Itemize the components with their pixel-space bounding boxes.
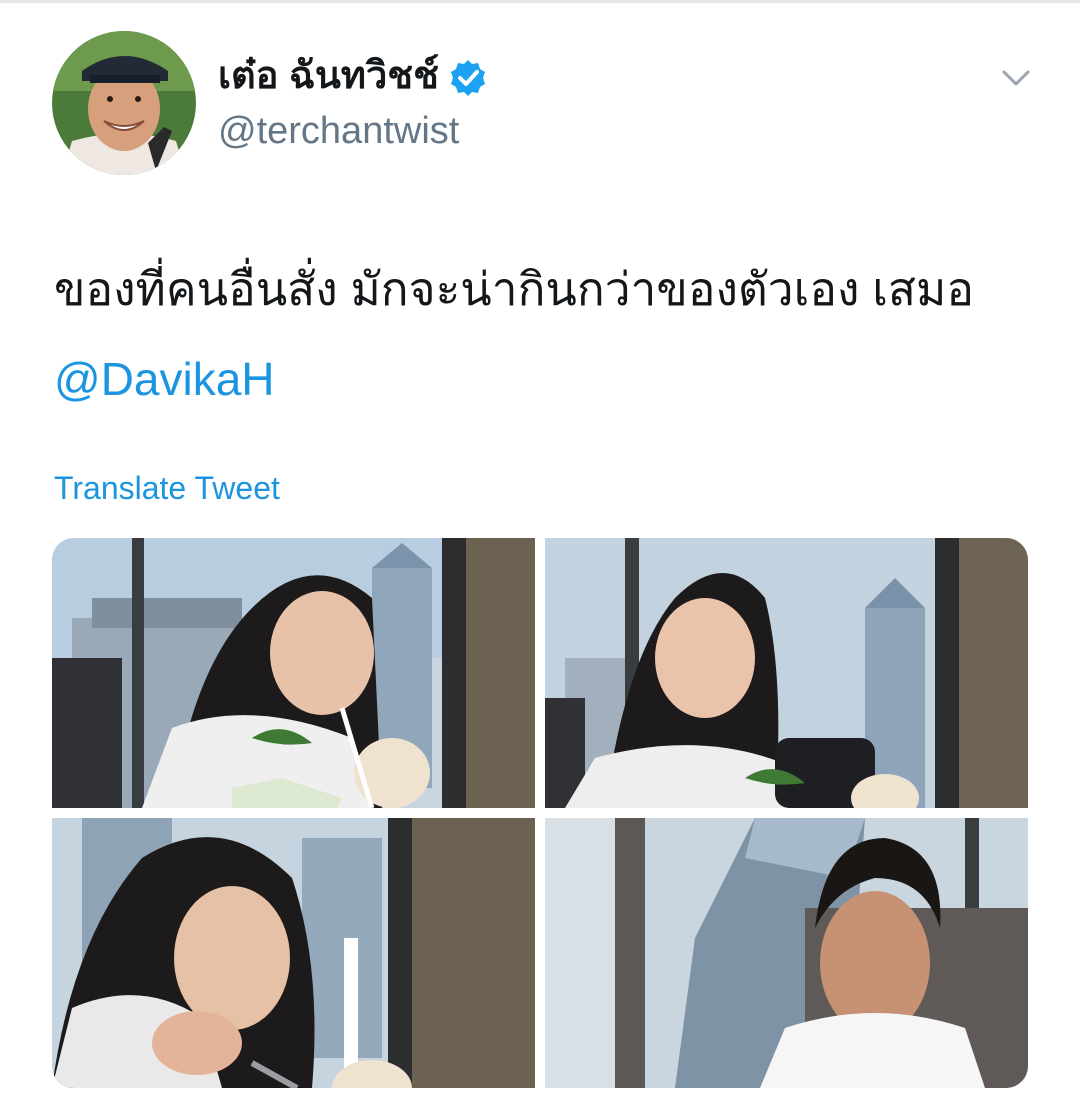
tweet-body: ของที่คนอื่นสั่ง มักจะน่ากินกว่าของตัวเอ… (54, 263, 974, 315)
photo-3[interactable] (52, 818, 535, 1088)
chevron-down-icon[interactable] (998, 60, 1034, 96)
tweet-text: ของที่คนอื่นสั่ง มักจะน่ากินกว่าของตัวเอ… (54, 244, 1044, 424)
photo-1[interactable] (52, 538, 535, 808)
mention-link[interactable]: @DavikaH (54, 353, 275, 405)
media-grid (52, 538, 1028, 1088)
photo-4[interactable] (545, 818, 1028, 1088)
top-divider (0, 0, 1080, 3)
photo-2[interactable] (545, 538, 1028, 808)
verified-badge-icon (448, 58, 488, 98)
avatar[interactable] (52, 31, 196, 175)
translate-tweet-link[interactable]: Translate Tweet (54, 466, 280, 510)
handle[interactable]: @terchantwist (218, 108, 459, 154)
display-name[interactable]: เต๋อ ฉันทวิชช์ (218, 52, 439, 100)
